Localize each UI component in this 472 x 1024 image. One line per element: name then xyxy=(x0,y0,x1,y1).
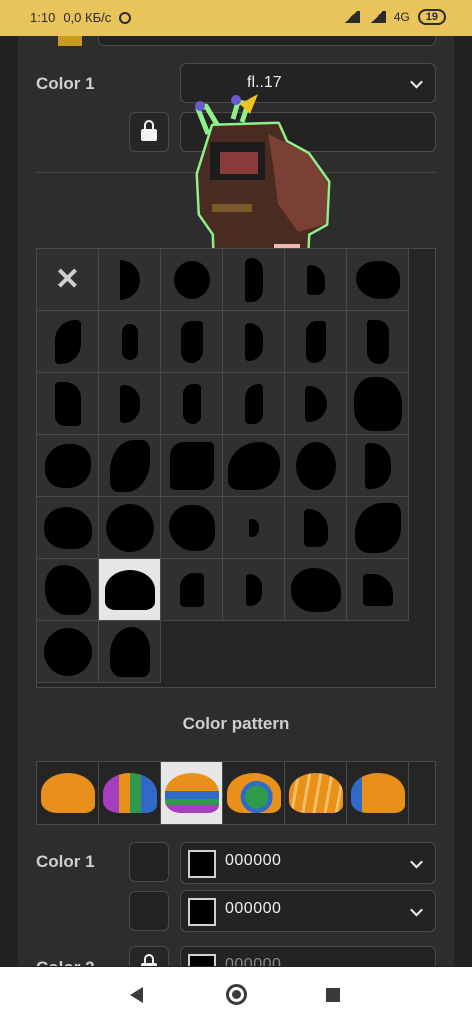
color-swatch xyxy=(188,954,216,966)
color1-label: Color 1 xyxy=(36,852,95,871)
signal-icon-2 xyxy=(367,11,386,23)
shape-cell[interactable] xyxy=(285,311,347,373)
shape-cell[interactable] xyxy=(223,435,285,497)
color-hex: 000000 xyxy=(225,900,282,917)
status-left: 1:10 0,0 КБ/с xyxy=(30,10,132,25)
pattern-title: Color pattern xyxy=(182,714,290,733)
shape-cell[interactable] xyxy=(161,559,223,621)
shape-cell[interactable] xyxy=(99,497,161,559)
status-right: 4G 19 xyxy=(341,9,446,25)
lock-button[interactable] xyxy=(129,112,169,152)
recent-apps-icon[interactable] xyxy=(326,988,340,1002)
color1-lock-slot[interactable] xyxy=(129,842,169,882)
system-nav-bar xyxy=(0,967,472,1024)
color1b-select[interactable]: 000000 xyxy=(180,890,436,932)
shape-cell[interactable] xyxy=(285,497,347,559)
shape-cell[interactable] xyxy=(285,435,347,497)
top-clipped-thumb xyxy=(58,36,82,46)
color2-lock-button[interactable] xyxy=(129,946,169,966)
shape-grid: ✕ xyxy=(36,248,436,688)
pattern-row xyxy=(36,761,436,825)
close-x-icon: ✕ xyxy=(54,263,81,296)
back-icon[interactable] xyxy=(130,987,143,1003)
shape-cell[interactable] xyxy=(99,435,161,497)
shape-none-cell[interactable]: ✕ xyxy=(37,249,99,311)
shape-cell[interactable] xyxy=(347,435,409,497)
shape-cell[interactable] xyxy=(223,249,285,311)
battery-icon: 19 xyxy=(417,9,446,25)
shape-cell[interactable] xyxy=(223,559,285,621)
pattern-option[interactable] xyxy=(37,762,99,824)
shape-cell[interactable] xyxy=(37,559,99,621)
shape-cell[interactable] xyxy=(37,311,99,373)
color1-top-label: Color 1 xyxy=(36,74,95,93)
shape-cell[interactable] xyxy=(161,435,223,497)
network-label: 4G xyxy=(393,10,410,24)
shape-cell[interactable] xyxy=(347,559,409,621)
shape-cell[interactable] xyxy=(161,249,223,311)
shape-cell[interactable] xyxy=(223,497,285,559)
alarm-icon xyxy=(119,11,132,24)
pattern-option[interactable] xyxy=(285,762,347,824)
shape-cell[interactable] xyxy=(37,435,99,497)
color2-label: Color 2 xyxy=(36,958,95,966)
pattern-option[interactable] xyxy=(347,762,409,824)
lock-icon xyxy=(141,954,157,966)
top-clipped-field[interactable] xyxy=(98,36,436,46)
color2-select[interactable]: 000000 xyxy=(180,946,436,966)
color-hex: 000000 xyxy=(225,852,282,869)
color-hex: 000000 xyxy=(225,956,282,966)
color1-select[interactable]: 000000 xyxy=(180,842,436,884)
shape-cell[interactable] xyxy=(223,373,285,435)
signal-icon xyxy=(341,11,360,23)
shape-cell[interactable] xyxy=(99,621,161,683)
status-bar: 1:10 0,0 КБ/с 4G 19 xyxy=(0,0,472,36)
shape-cell[interactable] xyxy=(347,311,409,373)
shape-cell[interactable] xyxy=(347,249,409,311)
shape-cell[interactable] xyxy=(161,311,223,373)
shape-cell[interactable] xyxy=(161,497,223,559)
chevron-down-icon xyxy=(410,855,423,869)
shape-cell[interactable] xyxy=(347,373,409,435)
shape-cell[interactable] xyxy=(285,559,347,621)
chevron-down-icon xyxy=(410,75,423,89)
shape-cell[interactable] xyxy=(223,311,285,373)
shape-cell-selected[interactable] xyxy=(99,559,161,621)
chevron-down-icon xyxy=(410,903,423,917)
pattern-option[interactable] xyxy=(223,762,285,824)
shape-cell[interactable] xyxy=(37,497,99,559)
color-swatch xyxy=(188,850,216,878)
status-time: 1:10 xyxy=(30,10,56,25)
pattern-option-selected[interactable] xyxy=(161,762,223,824)
shape-cell[interactable] xyxy=(285,249,347,311)
shape-cell[interactable] xyxy=(285,373,347,435)
pattern-option[interactable] xyxy=(99,762,161,824)
status-speed: 0,0 КБ/с xyxy=(63,10,112,25)
shape-cell[interactable] xyxy=(99,249,161,311)
editor-panel: Color 1 fl..17 ✕ Color pattern Color 1 0… xyxy=(18,36,454,966)
lock-icon xyxy=(141,120,157,141)
shape-cell[interactable] xyxy=(99,373,161,435)
shape-cell[interactable] xyxy=(37,373,99,435)
shape-cell[interactable] xyxy=(37,621,99,683)
shape-cell[interactable] xyxy=(99,311,161,373)
shape-cell[interactable] xyxy=(161,373,223,435)
shape-cell[interactable] xyxy=(347,497,409,559)
home-icon[interactable] xyxy=(226,984,247,1005)
color-swatch xyxy=(188,898,216,926)
color1b-lock-slot[interactable] xyxy=(129,891,169,931)
